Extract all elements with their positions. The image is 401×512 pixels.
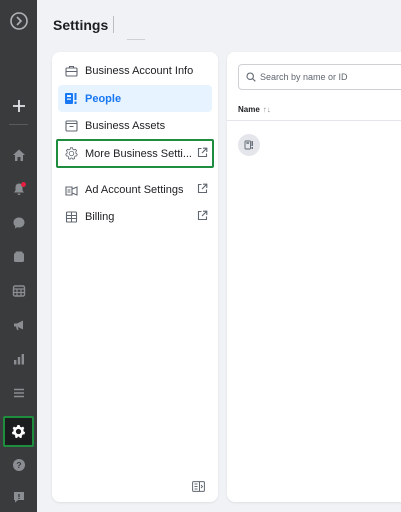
left-nav-rail: ?	[0, 0, 37, 512]
settings-gear-icon[interactable]	[0, 416, 37, 446]
nav-label: More Business Setti...	[85, 147, 192, 160]
chat-icon[interactable]	[0, 208, 37, 238]
nav-label: Billing	[85, 210, 115, 223]
header-divider	[227, 120, 401, 121]
pages-icon[interactable]	[0, 242, 37, 272]
nav-item-more-business-settings[interactable]: More Business Setti...	[56, 139, 214, 168]
nav-item-business-account-info[interactable]: Business Account Info	[58, 57, 212, 84]
nav-item-billing[interactable]: Billing	[58, 203, 212, 230]
title-separator	[113, 16, 114, 33]
avatar	[238, 134, 260, 156]
notifications-icon[interactable]	[0, 174, 37, 204]
insights-icon[interactable]	[0, 344, 37, 374]
help-icon[interactable]: ?	[0, 450, 37, 480]
calendar-icon[interactable]	[0, 276, 37, 306]
home-icon[interactable]	[0, 140, 37, 170]
external-link-icon	[197, 181, 208, 199]
settings-nav-panel: Business Account Info People Business As…	[52, 52, 218, 502]
column-header-name[interactable]: Name ↑↓	[238, 105, 271, 114]
search-input[interactable]	[260, 72, 400, 82]
briefcase-icon	[59, 65, 83, 77]
rail-divider	[9, 124, 28, 125]
nav-item-people[interactable]: People	[58, 85, 212, 112]
notification-badge	[21, 182, 26, 187]
ad-account-icon	[59, 184, 83, 196]
page-title: Settings	[53, 17, 109, 33]
nav-label: Business Assets	[85, 119, 166, 132]
megaphone-icon[interactable]	[0, 310, 37, 340]
logo-circle-icon[interactable]	[0, 6, 37, 36]
column-header-label: Name	[238, 105, 260, 114]
sort-icon[interactable]: ↑↓	[263, 105, 271, 114]
nav-label: Ad Account Settings	[85, 183, 184, 196]
people-content-panel: Name ↑↓	[227, 52, 401, 502]
gear-icon	[59, 147, 83, 160]
external-link-icon	[197, 208, 208, 226]
external-link-icon	[197, 145, 208, 163]
collapse-panel-icon[interactable]	[192, 479, 205, 492]
billing-icon	[59, 210, 83, 223]
search-box[interactable]	[238, 64, 401, 90]
search-icon	[246, 72, 256, 82]
menu-icon[interactable]	[0, 378, 37, 408]
people-icon	[59, 92, 83, 105]
assets-icon	[59, 119, 83, 132]
nav-item-business-assets[interactable]: Business Assets	[58, 112, 212, 139]
feedback-icon[interactable]	[0, 482, 37, 512]
nav-item-ad-account-settings[interactable]: Ad Account Settings	[58, 176, 212, 203]
svg-text:?: ?	[16, 460, 21, 470]
plus-icon[interactable]	[0, 91, 37, 121]
nav-label: People	[85, 92, 122, 105]
header-underline	[127, 39, 145, 40]
nav-label: Business Account Info	[85, 64, 194, 77]
